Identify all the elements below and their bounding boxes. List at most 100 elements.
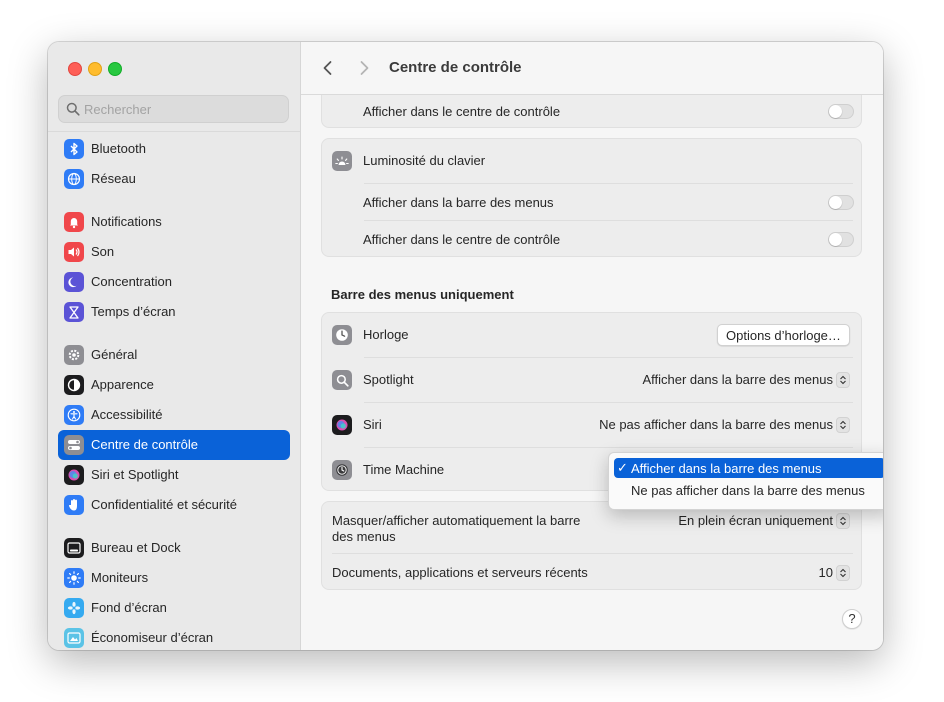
sidebar: Rechercher Bluetooth Réseau Notification…: [48, 42, 301, 650]
row-label: Afficher dans la barre des menus: [363, 195, 554, 210]
siri-popup-value[interactable]: Ne pas afficher dans la barre des menus: [599, 417, 833, 432]
sidebar-item-label: Économiseur d’écran: [91, 630, 214, 645]
moon-icon: [64, 272, 84, 292]
clock-row: Horloge Options d’horloge…: [322, 313, 863, 358]
sidebar-item-label: Son: [91, 244, 115, 259]
sidebar-item-displays[interactable]: Moniteurs: [58, 563, 290, 593]
sidebar-item-screen-time[interactable]: Temps d’écran: [58, 297, 290, 327]
sidebar-item-label: Centre de contrôle: [91, 437, 198, 452]
time-machine-popup-menu: ✓ Afficher dans la barre des menus Ne pa…: [608, 452, 883, 510]
sidebar-item-accessibility[interactable]: Accessibilité: [58, 400, 290, 430]
toolbar: Centre de contrôle: [301, 42, 883, 95]
control-center-toggle[interactable]: [828, 104, 854, 119]
appearance-icon: [64, 375, 84, 395]
spotlight-icon: [332, 370, 352, 390]
sidebar-divider: [48, 131, 300, 132]
zoom-button[interactable]: [108, 62, 122, 76]
sidebar-item-siri-spotlight[interactable]: Siri et Spotlight: [58, 460, 290, 490]
forward-chevron-icon[interactable]: [355, 59, 373, 77]
sidebar-item-privacy[interactable]: Confidentialité et sécurité: [58, 490, 290, 520]
search-icon: [66, 102, 80, 116]
search-placeholder: Rechercher: [84, 102, 152, 117]
sidebar-item-label: Siri et Spotlight: [91, 467, 179, 482]
page-title: Centre de contrôle: [389, 59, 522, 76]
sidebar-item-focus[interactable]: Concentration: [58, 267, 290, 297]
siri-row: Siri Ne pas afficher dans la barre des m…: [322, 403, 863, 448]
clock-options-button[interactable]: Options d’horloge…: [717, 324, 850, 346]
clock-label: Horloge: [363, 327, 409, 342]
keyboard-brightness-card: Luminosité du clavier Afficher dans la b…: [321, 138, 862, 257]
keyboard-brightness-header: Luminosité du clavier: [322, 139, 863, 184]
checkmark-icon: ✓: [617, 460, 628, 475]
sidebar-item-label: Général: [91, 347, 138, 362]
sidebar-item-sound[interactable]: Son: [58, 237, 290, 267]
sidebar-item-label: Temps d’écran: [91, 304, 176, 319]
siri-row-icon: [332, 415, 352, 435]
back-chevron-icon[interactable]: [319, 59, 337, 77]
sidebar-item-bluetooth[interactable]: Bluetooth: [58, 134, 290, 164]
gear-icon: [64, 345, 84, 365]
autohide-popup-chevrons-icon[interactable]: [836, 513, 850, 529]
recent-items-label: Documents, applications et serveurs réce…: [332, 565, 588, 580]
siri-popup-chevrons-icon[interactable]: [836, 417, 850, 433]
sidebar-item-notifications[interactable]: Notifications: [58, 207, 290, 237]
screensaver-icon: [64, 628, 84, 648]
keyboard-control-center-row: Afficher dans le centre de contrôle: [322, 221, 863, 258]
control-center-row: Afficher dans le centre de contrôle: [322, 95, 863, 129]
sun-icon: [64, 568, 84, 588]
settings-window: Rechercher Bluetooth Réseau Notification…: [48, 42, 883, 650]
accessibility-icon: [64, 405, 84, 425]
siri-icon: [64, 465, 84, 485]
sidebar-item-label: Confidentialité et sécurité: [91, 497, 237, 512]
minimize-button[interactable]: [88, 62, 102, 76]
recent-items-stepper-icon[interactable]: [836, 565, 850, 581]
sidebar-item-wallpaper[interactable]: Fond d’écran: [58, 593, 290, 623]
sidebar-item-control-center[interactable]: Centre de contrôle: [58, 430, 290, 460]
spotlight-label: Spotlight: [363, 372, 414, 387]
spotlight-popup-value[interactable]: Afficher dans la barre des menus: [642, 372, 833, 387]
hand-icon: [64, 495, 84, 515]
menu-option-hide-from-menu-bar[interactable]: Ne pas afficher dans la barre des menus: [614, 480, 883, 500]
sidebar-item-label: Accessibilité: [91, 407, 163, 422]
help-button[interactable]: ?: [842, 609, 862, 629]
control-center-icon: [64, 435, 84, 455]
sidebar-item-label: Moniteurs: [91, 570, 149, 585]
globe-icon: [64, 169, 84, 189]
close-button[interactable]: [68, 62, 82, 76]
keyboard-menu-bar-toggle[interactable]: [828, 195, 854, 210]
sidebar-item-label: Fond d’écran: [91, 600, 167, 615]
time-machine-icon: [332, 460, 352, 480]
menu-bar-behavior-card: Masquer/afficher automatiquement la barr…: [321, 501, 862, 590]
autohide-label-line1: Masquer/afficher automatiquement la barr…: [332, 513, 581, 528]
time-machine-label: Time Machine: [363, 462, 445, 477]
autohide-popup-value[interactable]: En plein écran uniquement: [678, 513, 833, 528]
wallpaper-icon: [64, 598, 84, 618]
siri-label: Siri: [363, 417, 382, 432]
autohide-label-line2: des menus: [332, 529, 396, 544]
sidebar-item-label: Bureau et Dock: [91, 540, 181, 555]
section-heading: Barre des menus uniquement: [331, 287, 514, 302]
recent-items-value[interactable]: 10: [819, 565, 833, 580]
menu-option-label: Ne pas afficher dans la barre des menus: [631, 483, 865, 498]
keyboard-control-center-toggle[interactable]: [828, 232, 854, 247]
sidebar-item-label: Réseau: [91, 171, 136, 186]
sidebar-item-screensaver[interactable]: Économiseur d’écran: [58, 623, 290, 650]
hourglass-icon: [64, 302, 84, 322]
menu-option-show-in-menu-bar[interactable]: ✓ Afficher dans la barre des menus: [614, 458, 883, 478]
sidebar-item-appearance[interactable]: Apparence: [58, 370, 290, 400]
search-field[interactable]: Rechercher: [58, 95, 289, 123]
dock-icon: [64, 538, 84, 558]
recent-items-row: Documents, applications et serveurs réce…: [322, 554, 863, 591]
bell-icon: [64, 212, 84, 232]
row-label: Afficher dans le centre de contrôle: [363, 232, 561, 247]
sidebar-item-network[interactable]: Réseau: [58, 164, 290, 194]
spotlight-popup-chevrons-icon[interactable]: [836, 372, 850, 388]
keyboard-brightness-icon: [332, 151, 352, 171]
sidebar-item-general[interactable]: Général: [58, 340, 290, 370]
sidebar-item-desktop-dock[interactable]: Bureau et Dock: [58, 533, 290, 563]
menu-option-label: Afficher dans la barre des menus: [631, 461, 822, 476]
sidebar-item-label: Concentration: [91, 274, 172, 289]
keyboard-brightness-title: Luminosité du clavier: [363, 153, 486, 168]
keyboard-menu-bar-row: Afficher dans la barre des menus: [322, 184, 863, 221]
bluetooth-icon: [64, 139, 84, 159]
